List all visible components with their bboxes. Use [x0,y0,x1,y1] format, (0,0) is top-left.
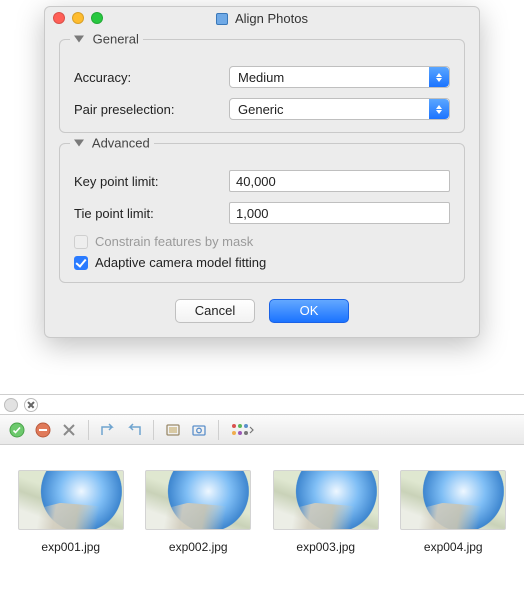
pair-preselection-select[interactable]: Generic [229,98,450,120]
photo-thumbnail[interactable]: exp003.jpg [271,470,381,554]
select-stepper-icon [429,67,449,87]
dialog-button-bar: Cancel OK [45,293,479,337]
adaptive-fitting-label: Adaptive camera model fitting [95,255,266,270]
accept-icon[interactable] [8,421,26,439]
disclosure-triangle-icon[interactable] [74,36,84,43]
dialog-titlebar[interactable]: Align Photos [45,7,479,31]
minimize-window-button[interactable] [72,12,84,24]
advanced-group: Advanced Key point limit: Tie point limi… [59,143,465,283]
photo-thumbnail[interactable]: exp001.jpg [16,470,126,554]
thumbnail-caption: exp003.jpg [296,540,355,554]
photo-thumbnail-strip: exp001.jpg exp002.jpg exp003.jpg exp004.… [0,470,524,554]
disclosure-triangle-icon[interactable] [74,140,84,147]
rotate-left-icon[interactable] [99,421,117,439]
advanced-legend: Advanced [70,136,154,151]
ok-button[interactable]: OK [269,299,349,323]
window-controls [53,12,103,24]
key-point-limit-label: Key point limit: [74,174,229,189]
thumbnail-caption: exp004.jpg [424,540,483,554]
thumbnail-image [145,470,251,530]
view-options-icon[interactable] [229,421,255,439]
mask-tool-icon[interactable] [164,421,182,439]
pair-preselection-label: Pair preselection: [74,102,229,117]
accuracy-select[interactable]: Medium [229,66,450,88]
panel-options-icon[interactable] [4,398,18,412]
toolbar-separator [88,420,89,440]
accuracy-label: Accuracy: [74,70,229,85]
thumbnail-caption: exp002.jpg [169,540,228,554]
constrain-features-checkbox [74,235,88,249]
align-photos-dialog: Align Photos General Accuracy: Medium Pa… [44,6,480,338]
panel-header-strip [0,395,524,415]
thumbnail-image [400,470,506,530]
tie-point-limit-label: Tie point limit: [74,206,229,221]
photos-toolbar [0,415,524,445]
thumbnail-image [18,470,124,530]
general-legend: General [70,32,143,47]
dialog-title: Align Photos [235,11,308,26]
cancel-button[interactable]: Cancel [175,299,255,323]
toolbar-separator [153,420,154,440]
panel-close-icon[interactable] [24,398,38,412]
app-icon [216,13,228,25]
close-window-button[interactable] [53,12,65,24]
thumbnail-caption: exp001.jpg [41,540,100,554]
advanced-legend-text: Advanced [92,136,150,151]
camera-tool-icon[interactable] [190,421,208,439]
photo-thumbnail[interactable]: exp002.jpg [144,470,254,554]
zoom-window-button[interactable] [91,12,103,24]
select-stepper-icon [429,99,449,119]
general-legend-text: General [93,32,139,47]
delete-icon[interactable] [60,421,78,439]
thumbnail-image [273,470,379,530]
adaptive-fitting-checkbox[interactable] [74,256,88,270]
rotate-right-icon[interactable] [125,421,143,439]
photo-thumbnail[interactable]: exp004.jpg [399,470,509,554]
key-point-limit-input[interactable] [229,170,450,192]
constrain-features-label: Constrain features by mask [95,234,253,249]
accuracy-value: Medium [238,70,284,85]
reject-icon[interactable] [34,421,52,439]
pair-preselection-value: Generic [238,102,284,117]
tie-point-limit-input[interactable] [229,202,450,224]
general-group: General Accuracy: Medium Pair preselecti… [59,39,465,133]
toolbar-separator [218,420,219,440]
